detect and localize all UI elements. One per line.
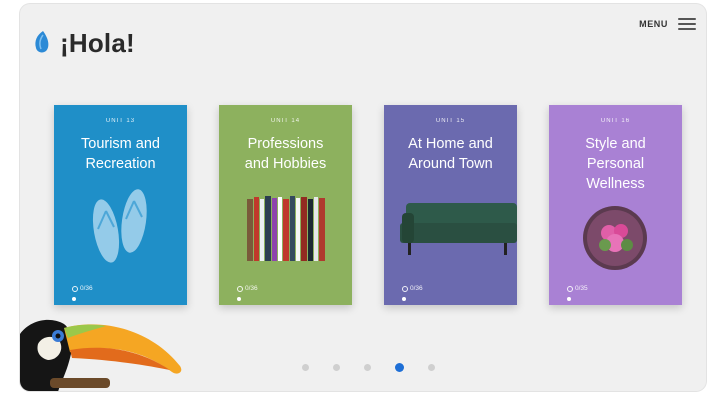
unit-card-professions[interactable]: UNIT 14 Professions and Hobbies 0/36 xyxy=(219,105,352,305)
progress-indicator xyxy=(567,297,571,301)
books-image xyxy=(247,196,325,261)
progress-indicator xyxy=(237,297,241,301)
card-progress: 0/35 xyxy=(567,285,588,292)
flip-flops-image xyxy=(92,189,147,263)
card-unit-label: UNIT 16 xyxy=(600,118,631,124)
progress-indicator xyxy=(402,297,406,301)
progress-ring-icon xyxy=(237,285,243,292)
card-title: Professions and Hobbies xyxy=(244,136,327,172)
card-unit-label: UNIT 15 xyxy=(435,118,466,124)
card-unit-label: UNIT 14 xyxy=(270,118,301,124)
card-title: Tourism and Recreation xyxy=(81,136,160,172)
unit-card-home[interactable]: UNIT 15 At Home and Around Town 0/36 xyxy=(384,105,517,305)
menu-label: MENU xyxy=(639,19,668,29)
header: ¡Hola! MENU xyxy=(20,4,706,84)
unit-card-tourism[interactable]: UNIT 13 Tourism and Recreation 0/36 xyxy=(54,105,187,305)
card-progress: 0/36 xyxy=(237,285,258,292)
page-dot[interactable] xyxy=(395,363,404,372)
logo-icon xyxy=(35,31,49,53)
app-window: ¡Hola! MENU UNIT 13 Tourism and Recreati… xyxy=(20,4,706,391)
card-progress: 0/36 xyxy=(72,285,93,292)
hamburger-icon xyxy=(678,18,696,30)
page-dot[interactable] xyxy=(302,364,309,371)
page-dot[interactable] xyxy=(364,364,371,371)
page-dot[interactable] xyxy=(428,364,435,371)
toucan-mascot-image xyxy=(20,319,182,391)
card-unit-label: UNIT 13 xyxy=(105,118,136,124)
flower-image xyxy=(583,206,647,270)
progress-ring-icon xyxy=(72,285,78,292)
progress-ring-icon xyxy=(402,285,408,292)
unit-card-style[interactable]: UNIT 16 Style and Personal Wellness 0/35 xyxy=(549,105,682,305)
progress-ring-icon xyxy=(567,285,573,292)
card-progress: 0/36 xyxy=(402,285,423,292)
card-title: Style and Personal Wellness xyxy=(585,136,646,192)
sofa-image xyxy=(400,203,517,255)
progress-indicator xyxy=(72,297,76,301)
card-title: At Home and Around Town xyxy=(408,136,493,172)
menu-button[interactable]: MENU xyxy=(639,18,696,30)
pagination xyxy=(302,363,435,372)
page-title: ¡Hola! xyxy=(60,28,135,58)
page-dot[interactable] xyxy=(333,364,340,371)
